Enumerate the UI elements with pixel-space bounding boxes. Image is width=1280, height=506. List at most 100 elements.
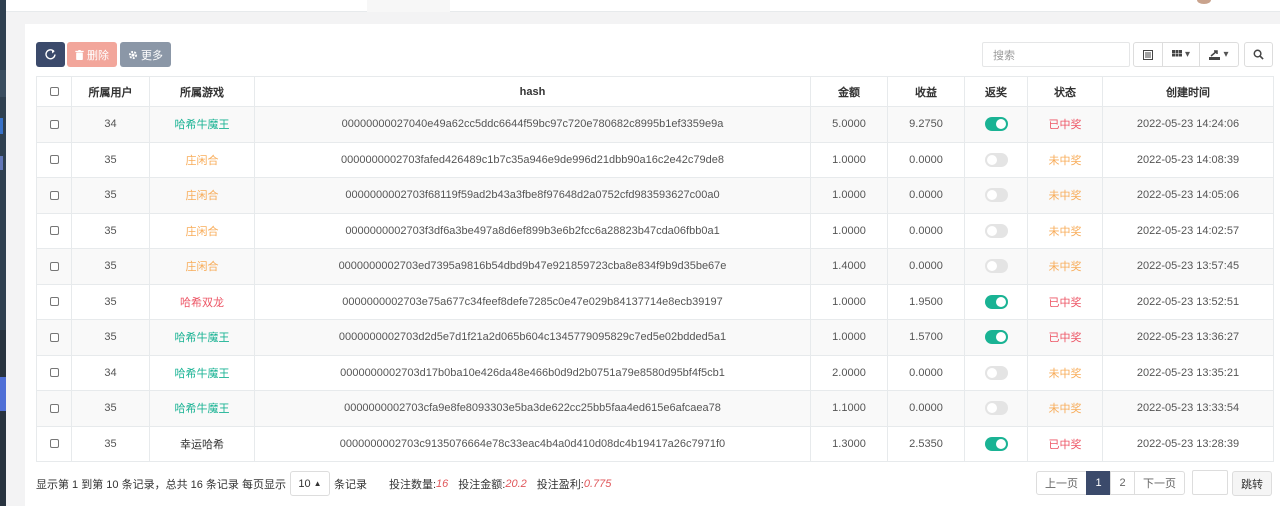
- avatar[interactable]: [1197, 0, 1211, 4]
- table-row[interactable]: 35 哈希牛魔王 0000000002703cfa9e8fe8093303e5ba3…: [36, 390, 1274, 427]
- table-row[interactable]: 35 庄闲合 0000000002703fafed426489c1b7c35a946…: [36, 141, 1274, 178]
- cell-status: 未中奖: [1027, 390, 1103, 427]
- cell-game: 庄闲合: [149, 177, 255, 214]
- cell-rebate: [964, 177, 1028, 214]
- row-checkbox[interactable]: [49, 261, 59, 271]
- row-checkbox[interactable]: [49, 368, 59, 378]
- table-row[interactable]: 34 哈希牛魔王 0000000002703d17b0ba10e426da48e46…: [36, 354, 1274, 391]
- more-button[interactable]: 更多: [120, 42, 171, 67]
- row-checkbox[interactable]: [49, 155, 59, 165]
- cell-hash: 0000000002703d17b0ba10e426da48e466b0d9d2…: [254, 354, 811, 391]
- rebate-toggle[interactable]: [984, 223, 1008, 238]
- table-row[interactable]: 34 哈希牛魔王 00000000027040e49a62cc5ddc6644f59…: [36, 106, 1274, 143]
- cell-hash: 00000000027040e49a62cc5ddc6644f59bc97c72…: [254, 106, 811, 143]
- row-select-cell[interactable]: [36, 106, 72, 143]
- cell-game: 哈希牛魔王: [149, 319, 255, 356]
- search-input[interactable]: 搜索: [982, 42, 1130, 67]
- table-row[interactable]: 35 哈希双龙 0000000002703e75a677c34feef8defe72…: [36, 283, 1274, 320]
- list-icon: [1143, 49, 1153, 60]
- col-amount[interactable]: 金额: [810, 76, 888, 107]
- cell-rebate: [964, 283, 1028, 320]
- cell-user: 35: [71, 248, 150, 285]
- col-status[interactable]: 状态: [1027, 76, 1103, 107]
- col-user[interactable]: 所属用户: [71, 76, 150, 107]
- col-game[interactable]: 所属游戏: [149, 76, 255, 107]
- cell-amount: 1.0000: [810, 177, 888, 214]
- row-select-cell[interactable]: [36, 390, 72, 427]
- cell-created: 2022-05-23 13:28:39: [1102, 425, 1274, 462]
- row-select-cell[interactable]: [36, 248, 72, 285]
- pagination: 上一页 1 2 下一页: [1036, 471, 1185, 495]
- export-button[interactable]: ▾: [1199, 42, 1239, 67]
- cell-amount: 5.0000: [810, 106, 888, 143]
- row-select-cell[interactable]: [36, 354, 72, 391]
- page-2-button[interactable]: 2: [1110, 471, 1135, 495]
- table-row[interactable]: 35 幸运哈希 0000000002703c9135076664e78c33eac4…: [36, 425, 1274, 462]
- refresh-button[interactable]: [36, 42, 65, 67]
- sidebar-item[interactable]: [0, 70, 6, 97]
- rebate-toggle[interactable]: [984, 152, 1008, 167]
- rebate-toggle[interactable]: [984, 188, 1008, 203]
- rebate-toggle[interactable]: [984, 259, 1008, 274]
- page-1-button[interactable]: 1: [1086, 471, 1111, 495]
- bet-count-label: 投注数量:: [388, 478, 437, 491]
- sidebar-item-active[interactable]: [0, 377, 6, 411]
- select-all-cell[interactable]: [36, 76, 72, 107]
- advanced-search-button[interactable]: [1244, 42, 1273, 67]
- cell-hash: 0000000002703cfa9e8fe8093303e5ba3de622cc…: [254, 390, 811, 427]
- jump-page-input[interactable]: [1192, 470, 1228, 495]
- rebate-toggle[interactable]: [984, 401, 1008, 416]
- cell-hash: 0000000002703e75a677c34feef8defe7285c0e4…: [254, 283, 811, 320]
- sidebar-icon: [0, 156, 3, 170]
- cell-profit: 1.9500: [887, 283, 965, 320]
- cell-rebate: [964, 354, 1028, 391]
- row-select-cell[interactable]: [36, 177, 72, 214]
- next-page-button[interactable]: 下一页: [1134, 471, 1185, 495]
- cell-created: 2022-05-23 13:57:45: [1102, 248, 1274, 285]
- table-row[interactable]: 35 庄闲合 0000000002703ed7395a9816b54dbd9b47e…: [36, 248, 1274, 285]
- columns-button[interactable]: ▾: [1162, 42, 1200, 67]
- prev-page-button[interactable]: 上一页: [1036, 471, 1087, 495]
- table-row[interactable]: 35 哈希牛魔王 0000000002703d2d5e7d1f21a2d065b60…: [36, 319, 1274, 356]
- cell-status: 已中奖: [1027, 106, 1103, 143]
- select-all-checkbox[interactable]: [49, 87, 59, 97]
- row-select-cell[interactable]: [36, 141, 72, 178]
- row-select-cell[interactable]: [36, 283, 72, 320]
- table-row[interactable]: 35 庄闲合 0000000002703f68119f59ad2b43a3fbe8f…: [36, 177, 1274, 214]
- cell-status: 未中奖: [1027, 141, 1103, 178]
- col-hash[interactable]: hash: [254, 76, 811, 107]
- cell-game: 哈希牛魔王: [149, 106, 255, 143]
- row-select-cell[interactable]: [36, 425, 72, 462]
- cell-amount: 1.0000: [810, 212, 888, 249]
- col-created[interactable]: 创建时间: [1102, 76, 1274, 107]
- row-checkbox[interactable]: [49, 297, 59, 307]
- row-select-cell[interactable]: [36, 212, 72, 249]
- rebate-toggle[interactable]: [984, 117, 1008, 132]
- delete-button[interactable]: 删除: [67, 42, 117, 67]
- cell-hash: 0000000002703f68119f59ad2b43a3fbe8f97648…: [254, 177, 811, 214]
- row-select-cell[interactable]: [36, 319, 72, 356]
- row-checkbox[interactable]: [49, 226, 59, 236]
- rebate-toggle[interactable]: [984, 436, 1008, 451]
- cell-profit: 0.0000: [887, 390, 965, 427]
- cell-profit: 0.0000: [887, 141, 965, 178]
- rebate-toggle[interactable]: [984, 330, 1008, 345]
- row-checkbox[interactable]: [49, 403, 59, 413]
- cell-rebate: [964, 390, 1028, 427]
- toggle-knob: [986, 190, 997, 201]
- col-profit[interactable]: 收益: [887, 76, 965, 107]
- rebate-toggle[interactable]: [984, 365, 1008, 380]
- toggle-knob: [986, 225, 997, 236]
- row-checkbox[interactable]: [49, 190, 59, 200]
- cell-status: 未中奖: [1027, 177, 1103, 214]
- header-tab[interactable]: [367, 0, 450, 12]
- table-row[interactable]: 35 庄闲合 0000000002703f3df6a3be497a8d6ef899b…: [36, 212, 1274, 249]
- row-checkbox[interactable]: [49, 332, 59, 342]
- jump-button[interactable]: 跳转: [1232, 471, 1272, 496]
- row-checkbox[interactable]: [49, 439, 59, 449]
- col-rebate[interactable]: 返奖: [964, 76, 1028, 107]
- toggle-view-button[interactable]: [1133, 42, 1163, 67]
- row-checkbox[interactable]: [49, 119, 59, 129]
- rebate-toggle[interactable]: [984, 294, 1008, 309]
- page-size-select[interactable]: 10 ▲: [289, 471, 330, 496]
